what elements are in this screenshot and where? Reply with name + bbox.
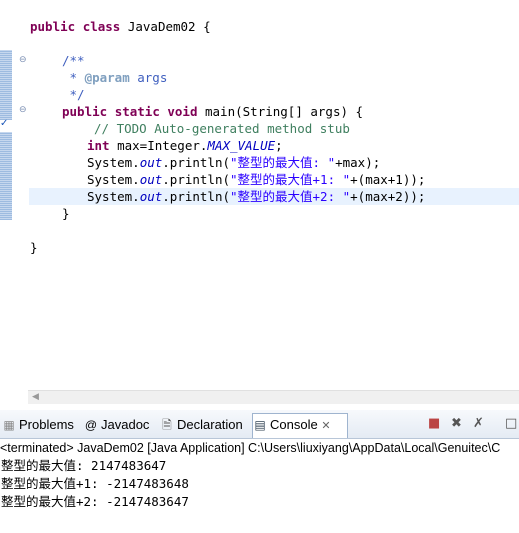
ruler-marker (0, 132, 12, 220)
code-line: int max=Integer.MAX_VALUE; (87, 138, 283, 153)
fold-toggle-icon[interactable] (19, 56, 28, 65)
code-line: * @param args (62, 70, 168, 85)
code-line: public static void main(String[] args) { (62, 104, 364, 119)
at-sign-icon: @ (84, 418, 98, 432)
code-line: System.out.println("整型的最大值+2: "+(max+2))… (87, 189, 426, 204)
code-line: } (62, 206, 70, 221)
code-line: // TODO Auto-generated method stub (94, 121, 350, 136)
code-line: /** (62, 53, 85, 68)
problems-icon: ▦ (3, 418, 15, 432)
declaration-icon: 🗎 (162, 418, 172, 432)
code-line: } (30, 240, 38, 255)
console-icon: ▤ (254, 418, 266, 432)
overview-ruler: ✓ (0, 0, 13, 388)
clear-console-icon[interactable]: □ (505, 416, 517, 432)
console-output-line: 整型的最大值+1: -2147483648 (1, 476, 189, 491)
ruler-marker (0, 50, 12, 120)
fold-toggle-icon[interactable] (19, 106, 28, 115)
console-output-line: 整型的最大值+2: -2147483647 (1, 494, 189, 509)
panel-tab-bar: ▦ Problems @ Javadoc 🗎 Declaration ▤ Console… (0, 410, 519, 439)
task-marker-icon[interactable]: ✓ (0, 119, 10, 129)
code-line: public class JavaDem02 { (30, 19, 211, 34)
tab-declaration[interactable]: 🗎 Declaration (160, 414, 248, 436)
code-line: System.out.println("整型的最大值: "+max); (87, 155, 381, 170)
console-status: <terminated> JavaDem02 [Java Application… (0, 441, 501, 455)
bottom-panel: ▦ Problems @ Javadoc 🗎 Declaration ▤ Console… (0, 410, 519, 533)
code-line: System.out.println("整型的最大值+1: "+(max+1))… (87, 172, 426, 187)
terminate-icon[interactable]: ■ (428, 416, 440, 432)
tab-console[interactable]: ▤ Console ✕ (252, 413, 348, 438)
code-line: */ (62, 87, 85, 102)
horizontal-scrollbar[interactable]: ◀ (28, 390, 519, 404)
close-icon[interactable]: ✕ (321, 420, 330, 432)
scroll-left-icon[interactable]: ◀ (32, 391, 39, 404)
code-editor[interactable]: ✓ public class JavaDem02 { /** * @param … (0, 0, 519, 388)
remove-all-icon[interactable]: ✗ (473, 416, 484, 432)
tab-javadoc[interactable]: @ Javadoc (84, 414, 156, 436)
console-output-line: 整型的最大值: 2147483647 (1, 458, 167, 473)
remove-launch-icon[interactable]: ✖ (451, 416, 462, 432)
tab-problems[interactable]: ▦ Problems (2, 414, 80, 436)
